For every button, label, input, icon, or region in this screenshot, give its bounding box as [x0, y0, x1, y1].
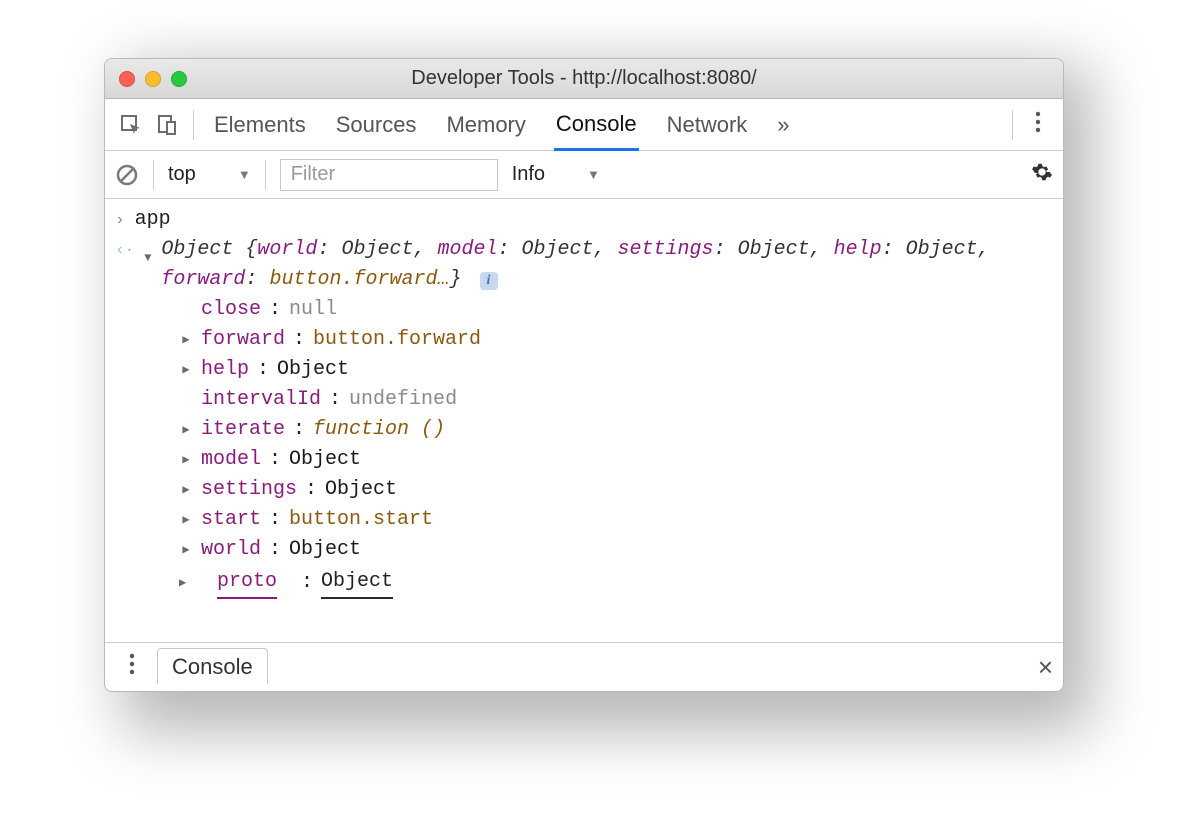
property-value: Object — [289, 445, 361, 475]
property-value: function () — [313, 415, 445, 445]
proto-value: Object — [321, 567, 393, 599]
inspect-element-icon[interactable] — [113, 107, 149, 143]
dropdown-triangle-icon: ▼ — [238, 167, 251, 182]
expand-triangle-icon[interactable]: ▶ — [179, 445, 193, 475]
filter-input[interactable] — [289, 162, 489, 187]
object-property-row[interactable]: ▶help: Object — [179, 355, 1059, 385]
proto-key: proto — [217, 567, 277, 599]
expand-triangle-icon[interactable]: ▶ — [179, 568, 193, 598]
property-value: button.start — [289, 505, 433, 535]
property-key: world — [201, 535, 261, 565]
property-value: button.forward — [313, 325, 481, 355]
tab-network[interactable]: Network — [665, 99, 750, 150]
console-toolbar: top ▼ Info ▼ — [105, 151, 1063, 199]
level-selector[interactable]: Info ▼ — [512, 163, 600, 186]
property-key: forward — [201, 325, 285, 355]
window-zoom-button[interactable] — [171, 71, 187, 87]
console-input-text: app — [135, 205, 171, 235]
property-key: start — [201, 505, 261, 535]
object-property-row[interactable]: ▶model: Object — [179, 445, 1059, 475]
expand-triangle-icon[interactable]: ▶ — [179, 535, 193, 565]
devtools-window: Developer Tools - http://localhost:8080/… — [104, 58, 1064, 692]
tab-console[interactable]: Console — [554, 100, 639, 151]
drawer-close-button[interactable]: × — [1038, 652, 1053, 683]
device-toggle-icon[interactable] — [149, 107, 185, 143]
window-titlebar: Developer Tools - http://localhost:8080/ — [105, 59, 1063, 99]
devtools-tabbar: Elements Sources Memory Console Network … — [105, 99, 1063, 151]
expand-triangle-icon[interactable]: ▶ — [179, 505, 193, 535]
tab-memory[interactable]: Memory — [444, 99, 527, 150]
object-tree: close: null▶forward: button.forward▶help… — [109, 295, 1059, 565]
window-close-button[interactable] — [119, 71, 135, 87]
drawer-menu-button[interactable] — [115, 653, 149, 681]
level-selector-label: Info — [512, 163, 545, 186]
tab-sources[interactable]: Sources — [334, 99, 419, 150]
property-value: undefined — [349, 385, 457, 415]
prompt-chevron-icon: › — [115, 205, 125, 235]
object-property-row[interactable]: ▶start: button.start — [179, 505, 1059, 535]
tab-elements[interactable]: Elements — [212, 99, 308, 150]
tabs-overflow-button[interactable]: » — [775, 99, 791, 150]
window-minimize-button[interactable] — [145, 71, 161, 87]
object-property-row[interactable]: close: null — [179, 295, 1059, 325]
property-value: Object — [289, 535, 361, 565]
expand-triangle-icon[interactable]: ▼ — [144, 243, 151, 273]
object-property-row[interactable]: ▶iterate: function () — [179, 415, 1059, 445]
proto-row[interactable]: ▶ proto : Object — [109, 567, 1059, 599]
object-property-row[interactable]: ▶world: Object — [179, 535, 1059, 565]
console-settings-icon[interactable] — [1031, 161, 1053, 189]
window-title: Developer Tools - http://localhost:8080/ — [105, 67, 1063, 90]
property-key: iterate — [201, 415, 285, 445]
expand-triangle-icon[interactable]: ▶ — [179, 415, 193, 445]
expand-triangle-icon[interactable]: ▶ — [179, 325, 193, 355]
property-value: null — [289, 295, 337, 325]
clear-console-icon[interactable] — [115, 163, 139, 187]
expand-triangle-icon[interactable]: ▶ — [179, 355, 193, 385]
info-icon[interactable]: i — [480, 272, 498, 290]
object-summary: Object {world: Object, model: Object, se… — [161, 235, 1059, 295]
property-key: help — [201, 355, 249, 385]
context-selector[interactable]: top ▼ — [168, 163, 251, 186]
object-property-row[interactable]: ▶forward: button.forward — [179, 325, 1059, 355]
drawer-tab-console[interactable]: Console — [157, 648, 268, 684]
output-chevron-icon: ‹· — [115, 235, 134, 265]
console-output-line[interactable]: ‹· ▼ Object {world: Object, model: Objec… — [109, 235, 1059, 295]
expand-triangle-icon[interactable]: ▶ — [179, 475, 193, 505]
property-key: model — [201, 445, 261, 475]
drawer-bar: Console × — [105, 643, 1063, 691]
property-value: Object — [277, 355, 349, 385]
property-key: settings — [201, 475, 297, 505]
property-key: intervalId — [201, 385, 321, 415]
property-key: close — [201, 295, 261, 325]
property-value: Object — [325, 475, 397, 505]
console-body: › app ‹· ▼ Object {world: Object, model:… — [105, 199, 1063, 643]
object-property-row[interactable]: ▶settings: Object — [179, 475, 1059, 505]
console-input-line[interactable]: › app — [109, 205, 1059, 235]
object-property-row[interactable]: intervalId: undefined — [179, 385, 1059, 415]
dropdown-triangle-icon: ▼ — [587, 167, 600, 182]
context-selector-label: top — [168, 163, 196, 186]
devtools-menu-button[interactable] — [1021, 111, 1055, 139]
filter-input-container — [280, 159, 498, 191]
